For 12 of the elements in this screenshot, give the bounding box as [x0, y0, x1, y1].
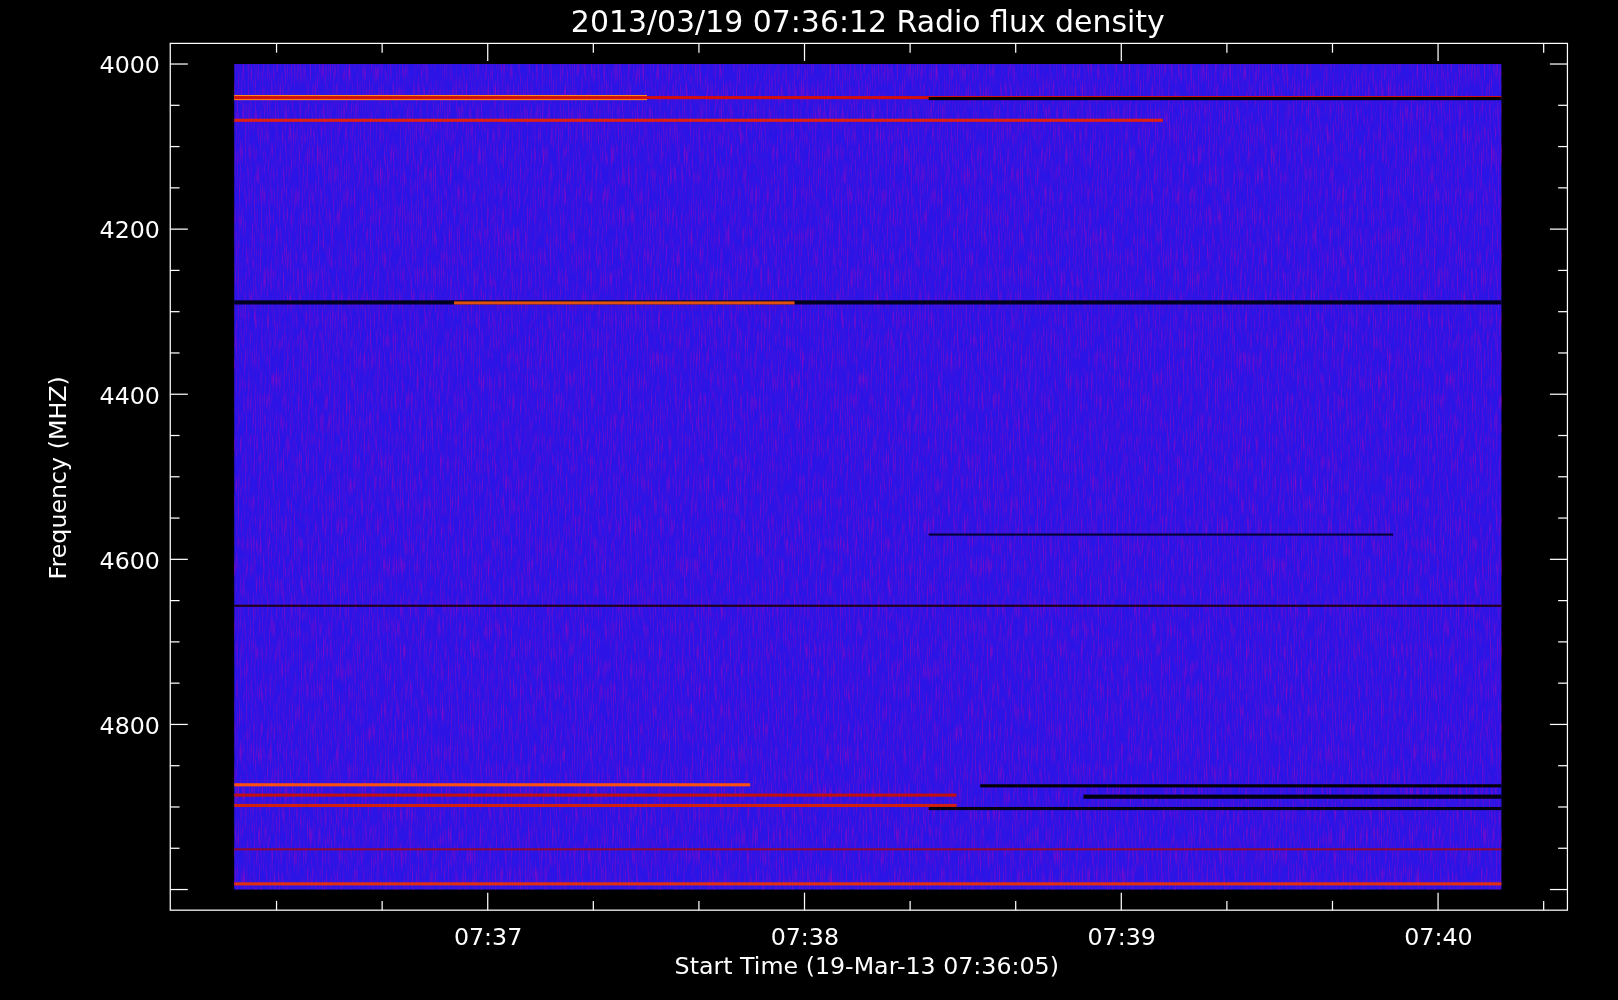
tick-label: 07:37 [453, 923, 523, 952]
tick-label: 4800 [99, 711, 160, 740]
axis-label: Frequency (MHZ) [44, 376, 73, 580]
axis-label: Start Time (19-Mar-13 07:36:05) [674, 952, 1059, 981]
tick-label: 07:40 [1404, 923, 1473, 952]
chart-title: 2013/03/19 07:36:12 Radio flux density [570, 4, 1165, 40]
tick-label: 07:39 [1087, 923, 1156, 952]
tick-label: 4200 [99, 216, 160, 245]
tick-label: 4000 [99, 51, 160, 80]
tick-label: 07:38 [770, 923, 840, 952]
tick-label: 4400 [99, 381, 160, 410]
tick-label: 4600 [99, 546, 160, 575]
